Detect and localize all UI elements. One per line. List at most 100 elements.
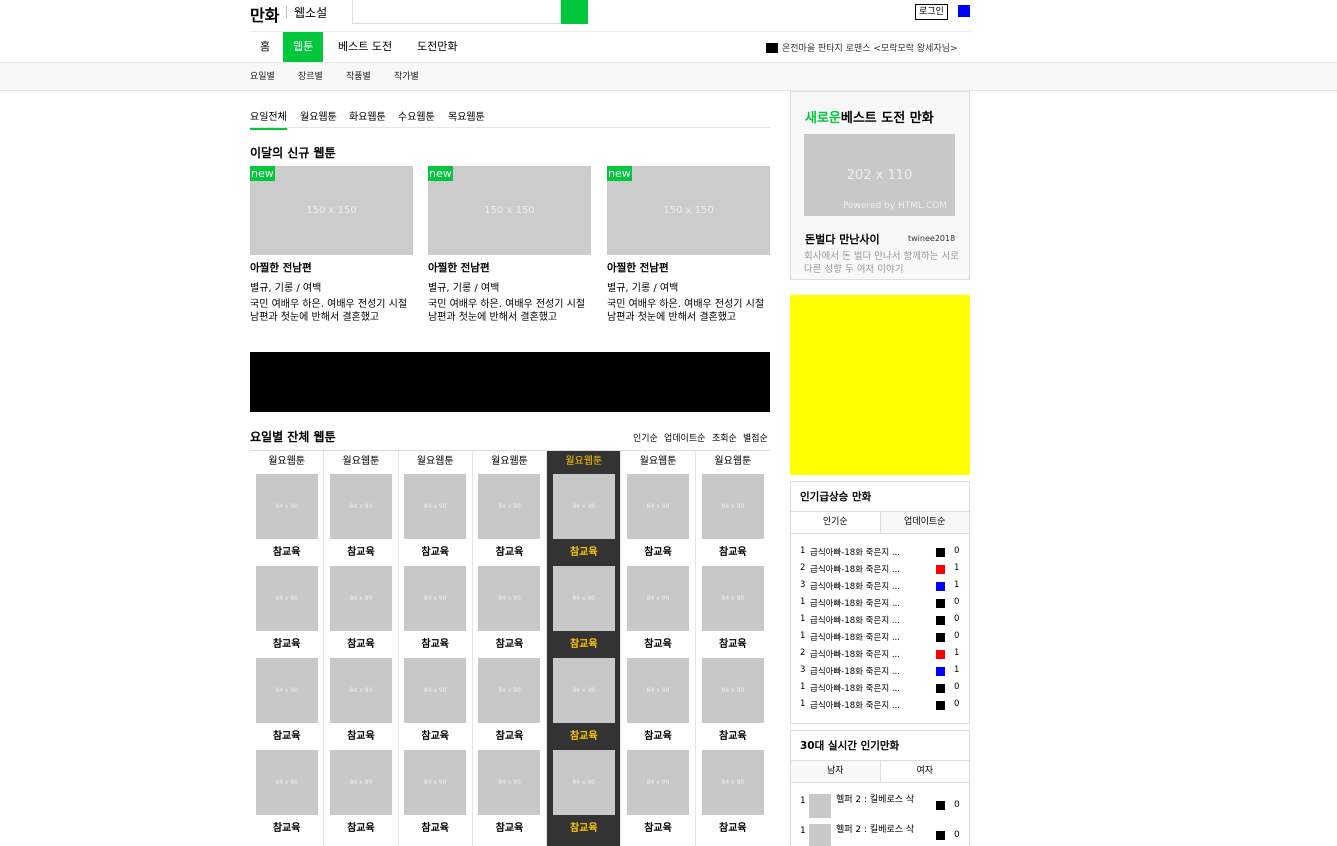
webtoon-thumbnail[interactable]: 84 x 90 — [255, 658, 318, 723]
lnb-by-genre[interactable]: 장르별 — [298, 69, 323, 82]
webtoon-thumbnail[interactable]: 84 x 90 — [552, 750, 615, 815]
login-button[interactable]: 로그인 — [915, 4, 948, 20]
rank-title[interactable]: 급식아빠-18화 죽은지 ... — [810, 614, 900, 626]
tab-male[interactable]: 남자 — [791, 761, 881, 782]
webtoon-item[interactable]: 84 x 90 참교육 — [324, 658, 397, 749]
webtoon-title[interactable]: 참교육 — [324, 635, 397, 650]
webtoon-title[interactable]: 참교육 — [399, 635, 472, 650]
tab-tuesday[interactable]: 화요웹툰 — [349, 108, 386, 128]
rank-title[interactable]: 급식아빠-18화 죽은지 ... — [810, 648, 900, 660]
webtoon-thumbnail[interactable]: 84 x 90 — [404, 658, 467, 723]
search-input[interactable] — [352, 0, 561, 24]
webtoon-thumbnail[interactable]: 84 x 90 — [404, 566, 467, 631]
webtoon-title[interactable]: 참교육 — [473, 635, 546, 650]
webtoon-thumbnail[interactable]: 84 x 90 — [255, 750, 318, 815]
webtoon-item[interactable]: 84 x 90 참교육 — [399, 658, 472, 749]
webtoon-thumbnail[interactable]: 84 x 90 — [404, 750, 467, 815]
notice-link[interactable]: 온전마을 판타지 로맨스 <모락모락 왕세자님> — [782, 41, 958, 54]
webtoon-title[interactable]: 참교육 — [250, 727, 323, 742]
ranking-row[interactable]: 1 급식아빠-18화 죽은지 ... 0 — [791, 628, 969, 645]
ranking-row[interactable]: 3 급식아빠-18화 죽은지 ... 1 — [791, 662, 969, 679]
webtoon-thumbnail[interactable]: 84 x 90 — [552, 658, 615, 723]
webtoon-thumbnail[interactable]: 84 x 90 — [329, 474, 392, 539]
webtoon-item[interactable]: 84 x 90 참교육 — [621, 566, 694, 657]
webtoon-title[interactable]: 참교육 — [621, 819, 694, 834]
webtoon-item[interactable]: 84 x 90 참교육 — [696, 658, 770, 749]
rank-title[interactable]: 급식아빠-18화 죽은지 ... — [810, 631, 900, 643]
new-webtoon-title[interactable]: 아찔한 전남편 — [607, 260, 770, 275]
rank-title[interactable]: 급식아빠-18화 죽은지 ... — [810, 682, 900, 694]
new-webtoon-thumbnail[interactable]: new 150 x 150 — [607, 166, 770, 255]
webtoon-thumbnail[interactable]: 84 x 90 — [627, 750, 690, 815]
webtoon-item[interactable]: 84 x 90 참교육 — [547, 474, 620, 565]
webtoon-title[interactable]: 참교육 — [696, 543, 770, 558]
webtoon-thumbnail[interactable]: 84 x 90 — [701, 750, 764, 815]
webtoon-item[interactable]: 84 x 90 참교육 — [473, 474, 546, 565]
ranking-row[interactable]: 1 급식아빠-18화 죽은지 ... 0 — [791, 696, 969, 713]
sort-popular[interactable]: 인기순 — [633, 431, 658, 444]
day-column-header[interactable]: 월요웹툰 — [399, 451, 472, 473]
ad-banner[interactable] — [250, 352, 770, 412]
new-webtoon-thumbnail[interactable]: new 150 x 150 — [428, 166, 591, 255]
webtoon-thumbnail[interactable]: 84 x 90 — [404, 474, 467, 539]
day-column-header[interactable]: 월요웹툰 — [250, 451, 323, 473]
webtoon-title[interactable]: 참교육 — [250, 543, 323, 558]
best-challenge-title[interactable]: 돈벌다 만난사이 — [805, 231, 880, 247]
webtoon-item[interactable]: 84 x 90 참교육 — [696, 566, 770, 657]
day-column-header[interactable]: 월요웹툰 — [324, 451, 397, 473]
webtoon-thumbnail[interactable]: 84 x 90 — [329, 750, 392, 815]
brand-logo[interactable]: 만화 — [250, 2, 279, 26]
webtoon-item[interactable]: 84 x 90 참교육 — [621, 474, 694, 565]
webtoon-item[interactable]: 84 x 90 참교육 — [250, 474, 323, 565]
ranking-row[interactable]: 2 급식아빠-18화 죽은지 ... 1 — [791, 645, 969, 662]
webtoon-title[interactable]: 참교육 — [473, 543, 546, 558]
tab-thursday[interactable]: 목요웹툰 — [448, 108, 485, 128]
rank-title[interactable]: 급식아빠-18화 죽은지 ... — [810, 546, 900, 558]
webtoon-title[interactable]: 참교육 — [250, 819, 323, 834]
ranking-row[interactable]: 1 급식아빠-18화 죽은지 ... 0 — [791, 594, 969, 611]
webtoon-title[interactable]: 참교육 — [473, 819, 546, 834]
webtoon-thumbnail[interactable]: 84 x 90 — [627, 566, 690, 631]
webtoon-title[interactable]: 참교육 — [399, 543, 472, 558]
webtoon-item[interactable]: 84 x 90 참교육 — [696, 474, 770, 565]
gnb-challenge[interactable]: 도전만화 — [407, 32, 467, 62]
rank-thumbnail[interactable] — [809, 794, 831, 818]
webtoon-item[interactable]: 84 x 90 참교육 — [547, 750, 620, 841]
webtoon-item[interactable]: 84 x 90 참교육 — [696, 750, 770, 841]
day-column-header[interactable]: 월요웹툰 — [621, 451, 694, 473]
best-challenge-thumbnail[interactable]: 202 x 110 Powered by HTML.COM — [804, 134, 955, 216]
webtoon-thumbnail[interactable]: 84 x 90 — [255, 474, 318, 539]
ranking-row[interactable]: 1 헬퍼 2 : 킬베로스 삭 0 — [791, 822, 969, 846]
webtoon-title[interactable]: 참교육 — [696, 819, 770, 834]
webtoon-title[interactable]: 참교육 — [547, 635, 620, 650]
webtoon-item[interactable]: 84 x 90 참교육 — [473, 658, 546, 749]
webtoon-item[interactable]: 84 x 90 참교육 — [250, 566, 323, 657]
day-column-header[interactable]: 월요웹툰 — [547, 451, 620, 473]
side-ad-banner[interactable] — [790, 295, 970, 475]
webtoon-item[interactable]: 84 x 90 참교육 — [547, 566, 620, 657]
rank-thumbnail[interactable] — [809, 824, 831, 846]
webtoon-item[interactable]: 84 x 90 참교육 — [399, 750, 472, 841]
webtoon-item[interactable]: 84 x 90 참교육 — [621, 658, 694, 749]
webtoon-thumbnail[interactable]: 84 x 90 — [701, 566, 764, 631]
day-column-header[interactable]: 월요웹툰 — [696, 451, 770, 473]
tab-wednesday[interactable]: 수요웹툰 — [398, 108, 435, 128]
gnb-home[interactable]: 홈 — [250, 32, 280, 62]
webtoon-item[interactable]: 84 x 90 참교육 — [250, 750, 323, 841]
new-webtoon-title[interactable]: 아찔한 전남편 — [428, 260, 591, 275]
webtoon-title[interactable]: 참교육 — [547, 543, 620, 558]
webtoon-thumbnail[interactable]: 84 x 90 — [478, 658, 541, 723]
web-novel-link[interactable]: 웹소설 — [294, 4, 327, 21]
webtoon-thumbnail[interactable]: 84 x 90 — [478, 750, 541, 815]
webtoon-title[interactable]: 참교육 — [473, 727, 546, 742]
webtoon-thumbnail[interactable]: 84 x 90 — [627, 474, 690, 539]
webtoon-item[interactable]: 84 x 90 참교육 — [324, 474, 397, 565]
webtoon-thumbnail[interactable]: 84 x 90 — [627, 658, 690, 723]
rank-title[interactable]: 급식아빠-18화 죽은지 ... — [810, 665, 900, 677]
webtoon-thumbnail[interactable]: 84 x 90 — [329, 566, 392, 631]
rank-title[interactable]: 헬퍼 2 : 킬베로스 삭 — [836, 794, 916, 806]
webtoon-title[interactable]: 참교육 — [250, 635, 323, 650]
ranking-row[interactable]: 1 헬퍼 2 : 킬베로스 삭 0 — [791, 792, 969, 822]
webtoon-thumbnail[interactable]: 84 x 90 — [701, 658, 764, 723]
lnb-by-author[interactable]: 작가별 — [394, 69, 419, 82]
